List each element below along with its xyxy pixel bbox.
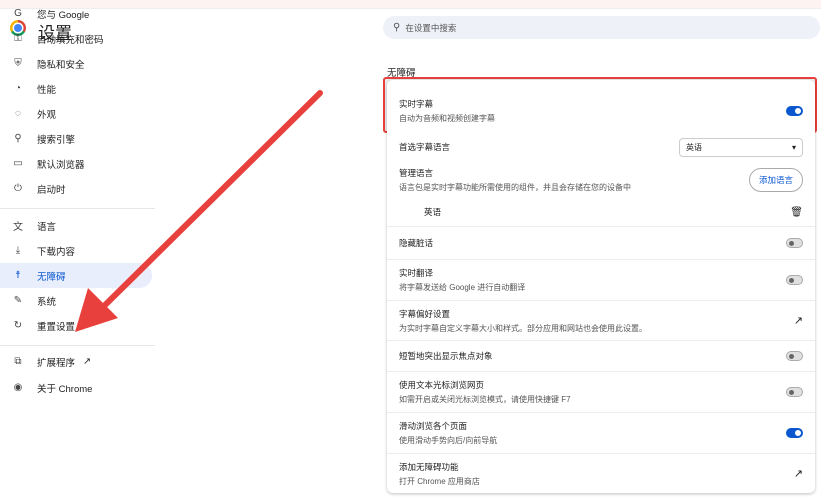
annotation-arrow	[75, 90, 323, 332]
